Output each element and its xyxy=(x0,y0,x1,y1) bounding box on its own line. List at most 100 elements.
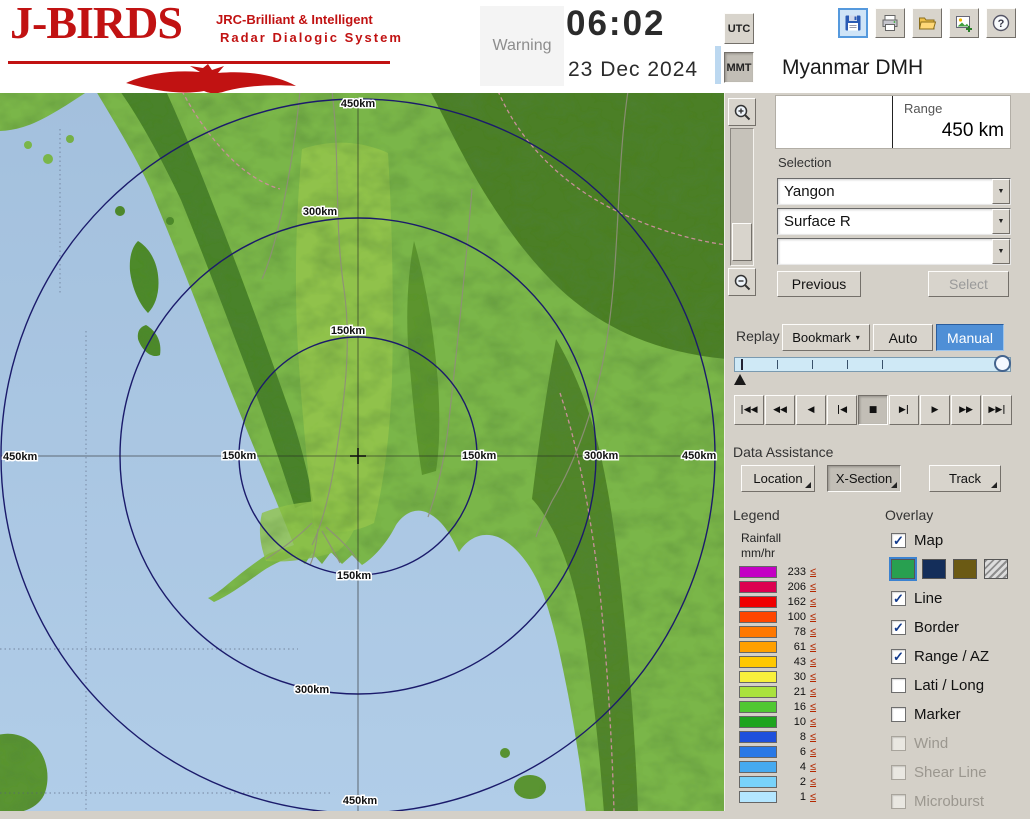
legend-color-swatch xyxy=(739,745,777,758)
playback-play-reverse-button[interactable]: ◀ xyxy=(796,395,826,425)
playback-step-forward-button[interactable]: ▶| xyxy=(889,395,919,425)
selection-dropdown-blank[interactable]: ▼ xyxy=(777,238,1011,265)
zoom-in-button[interactable] xyxy=(728,98,756,126)
location-button[interactable]: Location xyxy=(741,465,815,492)
less-equal-symbol: ≤ xyxy=(810,730,817,743)
legend-threshold-value: 1 xyxy=(799,790,806,803)
auto-mode-button[interactable]: Auto xyxy=(873,324,933,351)
bookmark-button[interactable]: Bookmark ▾ xyxy=(782,324,870,351)
dropdown-value: Yangon xyxy=(784,183,835,200)
zoom-slider-thumb[interactable] xyxy=(732,223,752,261)
legend-entry: 30 ≤ xyxy=(739,669,859,684)
playback-fast-rewind-button[interactable]: ◀◀ xyxy=(765,395,795,425)
playback-fast-forward-button[interactable]: ▶▶ xyxy=(951,395,981,425)
app-logo: J-BIRDS JRC-Brilliant & Intelligent Rada… xyxy=(8,0,428,93)
legend-color-swatch xyxy=(739,670,777,683)
less-equal-symbol: ≤ xyxy=(810,715,817,728)
map-style-swatch-selected[interactable] xyxy=(889,557,917,581)
logo-tagline-1: JRC-Brilliant & Intelligent xyxy=(216,12,373,27)
ring-label-450-bottom: 450km xyxy=(343,795,377,807)
less-equal-symbol: ≤ xyxy=(810,565,817,578)
border-checkbox[interactable]: ✓ xyxy=(891,619,906,635)
map-style-swatch[interactable] xyxy=(984,559,1008,579)
ring-label-450-left: 450km xyxy=(3,451,37,463)
timeline-thumb[interactable] xyxy=(994,355,1011,372)
less-equal-symbol: ≤ xyxy=(810,625,817,638)
map-checkbox[interactable]: ✓ xyxy=(891,532,906,548)
legend-color-swatch xyxy=(739,760,777,773)
floppy-disk-icon xyxy=(845,15,861,31)
line-checkbox[interactable]: ✓ xyxy=(891,590,906,606)
replay-timeline-slider[interactable] xyxy=(734,355,1011,372)
folder-icon xyxy=(918,17,936,30)
dropdown-arrow-button[interactable]: ▼ xyxy=(992,209,1010,234)
timezone-accent-bar xyxy=(715,46,721,84)
map-style-swatch[interactable] xyxy=(953,559,977,579)
replay-section-label: Replay xyxy=(736,328,780,344)
legend-threshold-value: 6 xyxy=(799,745,806,758)
select-button[interactable]: Select xyxy=(928,271,1009,297)
export-image-button[interactable] xyxy=(949,8,979,38)
less-equal-symbol: ≤ xyxy=(810,580,817,593)
track-button[interactable]: Track xyxy=(929,465,1001,492)
overlay-item-range-az[interactable]: ✓ Range / AZ xyxy=(891,645,1027,667)
legend-entry: 206 ≤ xyxy=(739,579,859,594)
svg-text:?: ? xyxy=(998,18,1005,30)
timeline-tick xyxy=(812,360,813,369)
overlay-item-label: Range / AZ xyxy=(914,647,990,665)
dropdown-arrow-button[interactable]: ▼ xyxy=(992,239,1010,264)
save-button[interactable] xyxy=(838,8,868,38)
legend-threshold-value: 2 xyxy=(799,775,806,788)
playback-skip-to-start-button[interactable]: |◀◀ xyxy=(734,395,764,425)
playback-play-button[interactable]: ▶ xyxy=(920,395,950,425)
selection-dropdown-surface-r[interactable]: Surface R ▼ xyxy=(777,208,1011,235)
overlay-item-marker[interactable]: Marker xyxy=(891,703,1027,725)
app-title: J-BIRDS xyxy=(10,0,183,48)
print-button[interactable] xyxy=(875,8,905,38)
overlay-item-lati-long[interactable]: Lati / Long xyxy=(891,674,1027,696)
playback-skip-to-end-button[interactable]: ▶▶| xyxy=(982,395,1012,425)
selection-dropdown-yangon[interactable]: Yangon ▼ xyxy=(777,178,1011,205)
legend-color-swatch xyxy=(739,685,777,698)
overlay-item-label: Line xyxy=(914,589,943,607)
less-equal-symbol: ≤ xyxy=(810,610,817,623)
playback-step-back-button[interactable]: |◀ xyxy=(827,395,857,425)
zoom-out-button[interactable] xyxy=(728,268,756,296)
x-section-button[interactable]: X-Section xyxy=(827,465,901,492)
ring-label-450-top: 450km xyxy=(341,98,375,110)
range-az-checkbox[interactable]: ✓ xyxy=(891,648,906,664)
zoom-slider-track[interactable] xyxy=(730,128,754,266)
overlay-item-border[interactable]: ✓ Border xyxy=(891,616,1027,638)
timeline-position-marker xyxy=(734,374,746,385)
chevron-down-icon: ▼ xyxy=(997,248,1005,255)
map-style-swatches xyxy=(889,557,1027,581)
manual-mode-button[interactable]: Manual xyxy=(936,324,1004,351)
legend-threshold-value: 61 xyxy=(793,640,806,653)
overlay-item-line[interactable]: ✓ Line xyxy=(891,587,1027,609)
open-folder-button[interactable] xyxy=(912,8,942,38)
overlay-item-shear-line: Shear Line xyxy=(891,761,1027,783)
overlay-item-map[interactable]: ✓ Map xyxy=(891,529,1027,551)
playback-stop-button[interactable]: ■ xyxy=(858,395,888,425)
radar-map-display[interactable]: 450km 300km 150km 450km 150km 150km 300k… xyxy=(0,93,724,811)
legend-entry: 43 ≤ xyxy=(739,654,859,669)
marker-checkbox[interactable] xyxy=(891,706,906,722)
legend-entry: 1 ≤ xyxy=(739,789,859,804)
check-mark-icon: ✓ xyxy=(893,590,904,606)
previous-button[interactable]: Previous xyxy=(777,271,861,297)
range-divider xyxy=(892,96,893,148)
utc-button[interactable]: UTC xyxy=(724,13,754,44)
dropdown-arrow-button[interactable]: ▼ xyxy=(992,179,1010,204)
help-button[interactable]: ? xyxy=(986,8,1016,38)
legend-entry: 6 ≤ xyxy=(739,744,859,759)
mmt-button[interactable]: MMT xyxy=(724,52,754,83)
check-mark-icon: ✓ xyxy=(893,648,904,664)
overlay-item-label: Microburst xyxy=(914,792,985,810)
map-style-swatch[interactable] xyxy=(922,559,946,579)
overlay-item-label: Map xyxy=(914,531,944,549)
lati-long-checkbox[interactable] xyxy=(891,677,906,693)
legend-threshold-value: 4 xyxy=(799,760,806,773)
legend-threshold-value: 233 xyxy=(787,565,806,578)
legend-unit-label: mm/hr xyxy=(741,546,775,560)
legend-color-swatch xyxy=(739,790,777,803)
